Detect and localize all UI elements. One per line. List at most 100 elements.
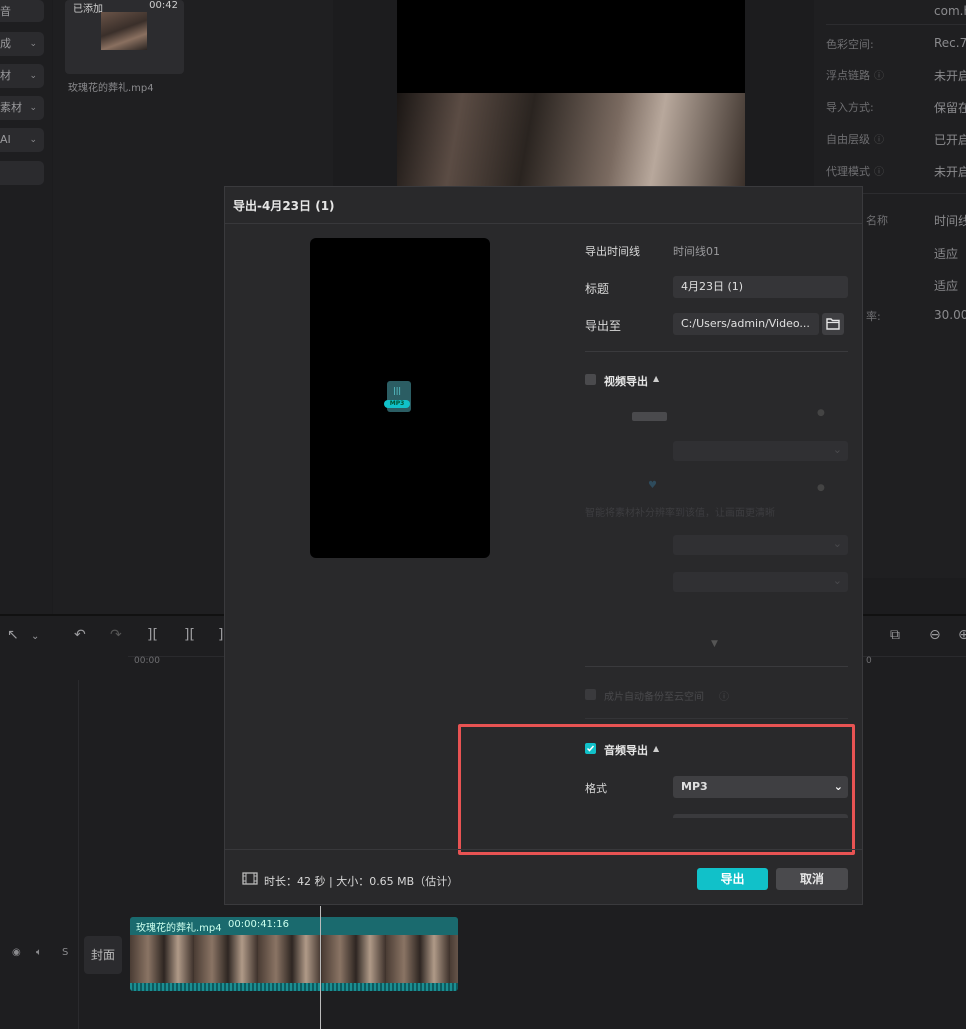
zoom-in-icon[interactable]: ⊕ bbox=[958, 627, 966, 643]
mp3-badge: MP3 bbox=[384, 400, 410, 408]
format-select[interactable]: MP3 ⌄ bbox=[673, 776, 848, 798]
ghost-dot: ● bbox=[817, 483, 825, 493]
clip-filmstrip bbox=[130, 935, 458, 983]
format-value: MP3 bbox=[681, 780, 708, 793]
property-value: 适应 bbox=[934, 279, 959, 293]
chevron-up-icon[interactable]: ▲ bbox=[653, 744, 659, 753]
video-frame bbox=[397, 93, 745, 186]
split-right-icon[interactable]: ] bbox=[218, 627, 223, 643]
sidebar-item-3[interactable]: 素材 ⌄ bbox=[0, 96, 44, 120]
media-duration: 00:42 bbox=[149, 0, 178, 11]
undo-icon[interactable]: ↶ bbox=[74, 627, 86, 643]
cover-button[interactable]: 封面 bbox=[84, 936, 122, 974]
timeline-value: 时间线01 bbox=[673, 245, 720, 258]
thumbnail-image bbox=[101, 12, 147, 50]
ghost-pill bbox=[632, 412, 667, 421]
ghost-select: ⌄ bbox=[673, 572, 848, 592]
property-label: 名称 bbox=[866, 214, 888, 227]
cloud-backup-checkbox[interactable] bbox=[585, 689, 596, 700]
export-path-input[interactable]: C:/Users/admin/Video... bbox=[673, 313, 819, 335]
waveform-glyph: ||| bbox=[393, 386, 402, 395]
chevron-down-icon: ⌄ bbox=[832, 574, 842, 587]
help-icon: ⓘ bbox=[874, 135, 884, 146]
split-icon[interactable]: ][ bbox=[147, 627, 158, 643]
select-tool-icon[interactable]: ↖ bbox=[7, 627, 19, 643]
ghost-select: ⌄ bbox=[673, 535, 848, 555]
sidebar-item-label: 材 bbox=[0, 69, 11, 82]
sidebar-item-1[interactable]: 成 ⌄ bbox=[0, 32, 44, 56]
property-label: 色彩空间: bbox=[826, 38, 874, 51]
property-label: 自由层级 bbox=[826, 133, 870, 146]
section-divider bbox=[585, 666, 848, 667]
property-label: 导入方式: bbox=[826, 101, 874, 114]
audio-file-icon: ||| MP3 bbox=[384, 381, 411, 412]
help-icon: ⓘ bbox=[719, 692, 729, 703]
split-left-icon[interactable]: ][ bbox=[184, 627, 195, 643]
video-export-checkbox[interactable] bbox=[585, 374, 596, 385]
preview-icon[interactable]: ⧉ bbox=[890, 627, 900, 643]
sidebar-item-label: 成 bbox=[0, 37, 11, 50]
export-button[interactable]: 导出 bbox=[697, 868, 768, 890]
chevron-up-icon[interactable]: ▲ bbox=[653, 374, 659, 383]
property-divider bbox=[826, 24, 966, 25]
dialog-footer-divider bbox=[225, 849, 862, 850]
media-thumbnail[interactable]: 已添加 00:42 bbox=[65, 0, 184, 74]
section-divider bbox=[585, 351, 848, 352]
chevron-down-icon: ⌄ bbox=[832, 537, 842, 550]
sidebar-item-4[interactable]: AI ⌄ bbox=[0, 128, 44, 152]
sidebar-item-0[interactable]: 音 bbox=[0, 0, 44, 22]
cancel-button[interactable]: 取消 bbox=[776, 868, 848, 890]
check-icon bbox=[586, 745, 595, 752]
folder-icon bbox=[826, 318, 840, 330]
export-to-label: 导出至 bbox=[585, 319, 622, 333]
sidebar-item-5[interactable] bbox=[0, 161, 44, 185]
clip-name: 玫瑰花的葬礼.mp4 bbox=[136, 923, 222, 934]
track-solo[interactable]: S bbox=[62, 947, 68, 958]
export-dialog: 导出-4月23日 (1) ||| MP3 导出时间线 时间线01 标题 4月23… bbox=[224, 186, 863, 905]
zoom-out-icon[interactable]: ⊖ bbox=[929, 627, 941, 643]
property-value: Rec.7 bbox=[934, 36, 966, 50]
property-top-value: com.h bbox=[934, 4, 966, 18]
property-value: 未开启 bbox=[934, 69, 966, 83]
eye-icon[interactable]: ◉ bbox=[12, 947, 21, 958]
track-header-divider bbox=[78, 680, 79, 1029]
title-label: 标题 bbox=[585, 282, 610, 296]
sidebar-item-2[interactable]: 材 ⌄ bbox=[0, 64, 44, 88]
folder-button[interactable] bbox=[822, 313, 844, 335]
media-filename: 玫瑰花的葬礼.mp4 bbox=[68, 83, 154, 94]
chevron-down-icon: ⌄ bbox=[29, 103, 37, 113]
sidebar-item-label: AI bbox=[0, 133, 11, 146]
video-export-label: 视频导出 bbox=[604, 375, 648, 388]
format-label: 格式 bbox=[585, 782, 607, 795]
chevron-down-icon: ⌄ bbox=[29, 135, 37, 145]
chevron-down-icon[interactable]: ⌄ bbox=[31, 631, 39, 642]
footer-info: 时长：42 秒 | 大小：0.65 MB（估计） bbox=[264, 875, 459, 888]
volume-icon[interactable]: 🔈︎ bbox=[36, 947, 42, 958]
property-value: 保留在 bbox=[934, 101, 966, 115]
title-input[interactable]: 4月23日 (1) bbox=[673, 276, 848, 298]
chevron-down-icon: ⌄ bbox=[833, 780, 843, 793]
heart-icon: ♥ bbox=[648, 480, 657, 491]
section-divider bbox=[585, 718, 848, 719]
property-value: 未开启 bbox=[934, 165, 966, 179]
ghost-dot: ● bbox=[817, 408, 825, 418]
audio-export-checkbox[interactable] bbox=[585, 743, 596, 754]
video-clip[interactable]: 玫瑰花的葬礼.mp4 00:00:41:16 bbox=[130, 917, 458, 991]
added-badge: 已添加 bbox=[73, 4, 103, 15]
next-field-edge bbox=[673, 814, 848, 818]
redo-icon[interactable]: ↷ bbox=[110, 627, 122, 643]
chevron-down-icon: ⌄ bbox=[29, 39, 37, 49]
export-preview: ||| MP3 bbox=[310, 238, 490, 558]
clip-waveform bbox=[130, 983, 458, 991]
clip-duration: 00:00:41:16 bbox=[228, 919, 290, 930]
ghost-hint: 智能将素材补分辨率到该值，让画面更清晰 bbox=[585, 508, 775, 519]
property-label: 浮点链路 bbox=[826, 69, 870, 82]
property-label: 率: bbox=[866, 310, 881, 323]
cover-label: 封面 bbox=[90, 948, 115, 962]
playhead[interactable] bbox=[320, 906, 321, 1029]
timeline-label: 导出时间线 bbox=[585, 245, 640, 258]
sidebar-item-label: 素材 bbox=[0, 101, 22, 114]
dialog-header-divider bbox=[225, 223, 862, 224]
ruler-right-label: 0 bbox=[866, 656, 872, 666]
property-value: 已开启 bbox=[934, 133, 966, 147]
